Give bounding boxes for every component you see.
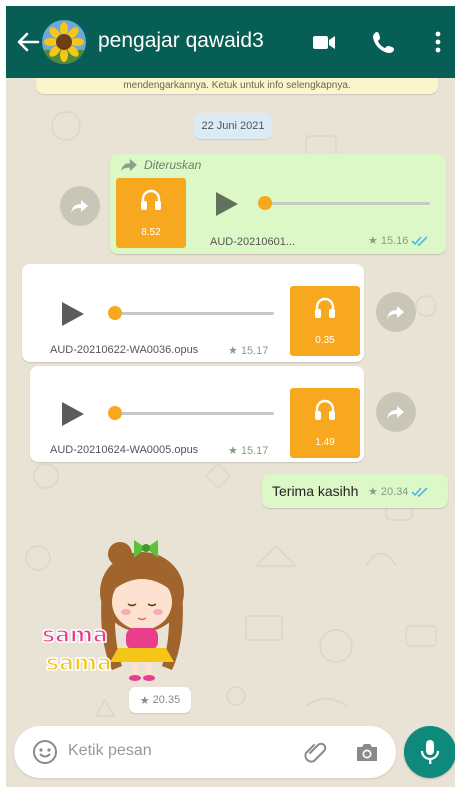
forward-arrow-icon [387,306,404,319]
video-call-icon[interactable] [310,28,338,56]
message-input[interactable]: Ketik pesan [68,742,152,760]
audio-duration: 1.49 [315,437,335,448]
audio-thumbnail: 1.49 [290,388,360,458]
message-audio-incoming[interactable]: AUD-20210622-WA0036.opus ★ 15.17 0.35 [22,264,364,362]
sticker-meta: ★ 20.35 [129,687,191,713]
headphones-icon [315,297,335,318]
message-meta: ★ 15.16 [368,234,429,247]
read-ticks-icon [411,235,428,246]
message-text: Terima kasihh [272,483,359,499]
audio-seek-knob[interactable] [258,196,272,210]
chat-screen: pengajar qawaid3 mendengarkannya. Ketuk … [6,6,455,787]
star-icon: ★ [368,486,378,498]
forward-button[interactable] [60,186,100,226]
forward-arrow-icon [71,200,88,213]
audio-seek-knob[interactable] [108,306,122,320]
star-icon: ★ [139,694,150,707]
message-audio-incoming[interactable]: AUD-20210624-WA0005.opus ★ 15.17 1.49 [30,366,364,462]
audio-duration: 0.35 [315,335,335,346]
audio-duration: 8.52 [141,227,161,238]
star-icon: ★ [228,445,238,457]
read-ticks-icon [411,486,428,497]
play-icon[interactable] [60,300,86,328]
star-icon: ★ [228,345,238,357]
audio-progress-track[interactable] [114,312,274,315]
play-icon[interactable] [60,400,86,428]
message-meta: ★ 15.17 [228,344,269,358]
headphones-icon [141,189,161,210]
audio-progress-track[interactable] [114,412,274,415]
camera-icon[interactable] [354,739,380,765]
sunflower-avatar-icon [42,20,86,64]
avatar[interactable] [42,20,86,64]
message-time: 15.17 [240,344,269,357]
message-composer: Ketik pesan [14,726,396,778]
forwarded-label: Diteruskan [120,158,201,172]
audio-progress-track[interactable] [260,202,430,205]
message-text-outgoing[interactable]: Terima kasihh ★ 20.34 [262,474,448,508]
audio-filename: AUD-20210622-WA0036.opus [50,344,199,356]
message-time: 20.34 [380,485,409,498]
back-arrow-icon[interactable] [14,28,42,56]
forward-arrow-icon [387,406,404,419]
emoji-icon[interactable] [32,739,58,765]
mic-button[interactable] [404,726,455,778]
sticker-text-line2: sama [46,651,112,676]
contact-name[interactable]: pengajar qawaid3 [98,29,264,53]
message-time: 20.35 [152,694,181,706]
star-icon: ★ [368,235,378,247]
sticker-sama-sama[interactable]: sama sama [38,530,198,688]
audio-filename: AUD-20210624-WA0005.opus [50,444,199,456]
forward-button[interactable] [376,392,416,432]
message-time: 15.16 [380,234,409,247]
audio-seek-knob[interactable] [108,406,122,420]
headphones-icon [315,399,335,420]
audio-filename: AUD-20210601... [210,236,295,248]
forwarded-arrow-icon [121,158,137,172]
audio-thumbnail: 8.52 [116,178,186,248]
sticker-text-line1: sama [42,623,108,648]
message-meta: ★ 20.34 [368,485,429,498]
audio-thumbnail: 0.35 [290,286,360,356]
forward-button[interactable] [376,292,416,332]
message-meta: ★ 15.17 [228,444,269,458]
more-options-icon[interactable] [424,28,452,56]
play-icon[interactable] [214,190,240,218]
voice-call-icon[interactable] [370,28,398,56]
message-audio-forwarded[interactable]: Diteruskan 8.52 AUD-20210601... ★ 15.16 [110,154,446,254]
date-chip: 22 Juni 2021 [194,113,272,139]
chat-header: pengajar qawaid3 [6,6,455,78]
message-time: 15.17 [240,444,269,457]
mic-icon [420,740,440,764]
attach-icon[interactable] [302,739,328,765]
